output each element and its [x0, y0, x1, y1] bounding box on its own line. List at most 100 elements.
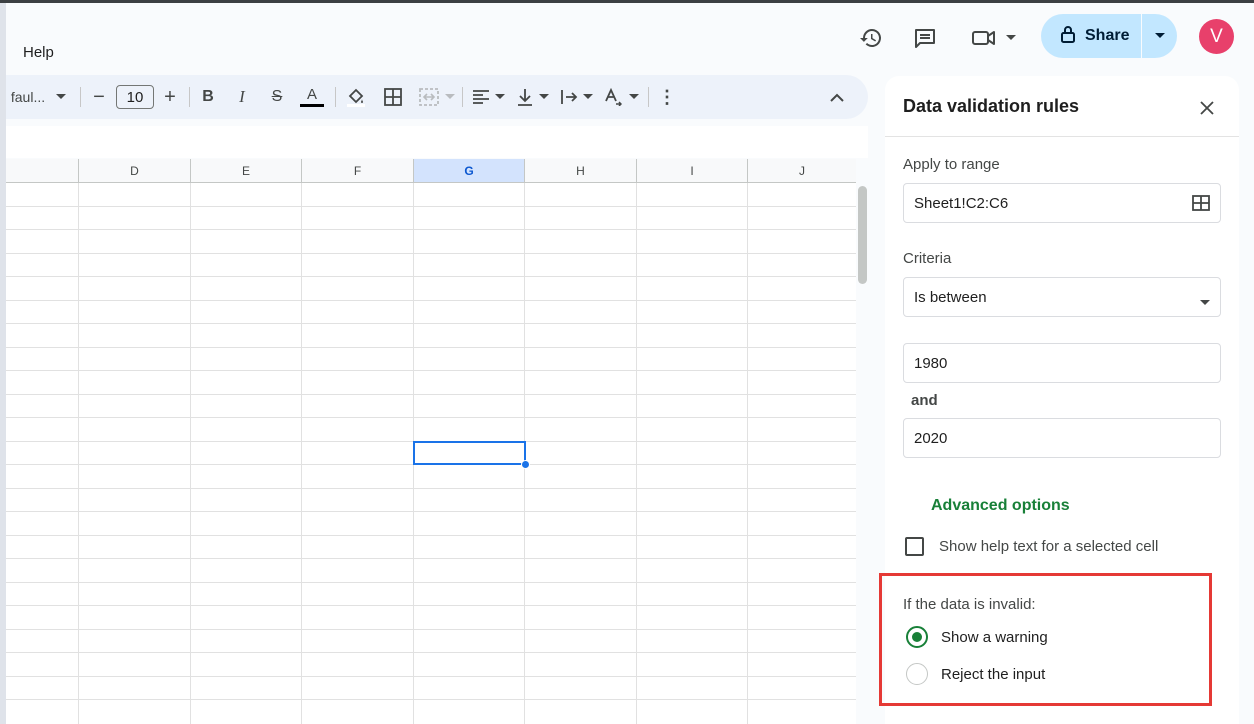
advanced-options-link[interactable]: Advanced options — [931, 497, 1070, 515]
column-header-partial[interactable] — [6, 159, 79, 183]
grid-select-icon[interactable] — [1192, 194, 1210, 216]
text-wrapping-icon[interactable] — [558, 75, 580, 119]
increase-font-size-button[interactable]: + — [159, 75, 181, 119]
lock-icon — [1060, 25, 1076, 48]
grid-row-line — [6, 276, 856, 277]
help-text-checkbox[interactable] — [905, 537, 924, 556]
column-header-f[interactable]: F — [302, 159, 414, 183]
merge-cells-icon[interactable] — [417, 75, 441, 119]
grid-row-line — [6, 676, 856, 677]
toolbar-divider — [335, 87, 336, 107]
avatar[interactable]: V — [1199, 19, 1234, 54]
close-icon[interactable] — [1193, 94, 1221, 122]
share-button[interactable]: Share — [1041, 14, 1177, 58]
font-size-input[interactable]: 10 — [116, 85, 154, 109]
font-family-select[interactable]: faul... — [6, 75, 50, 119]
panel-divider — [885, 136, 1239, 137]
menu-help[interactable]: Help — [23, 44, 54, 61]
grid-row-line — [6, 394, 856, 395]
horizontal-align-icon[interactable] — [470, 75, 492, 119]
wrap-chevron-icon[interactable] — [581, 75, 595, 119]
grid-row-line — [6, 605, 856, 606]
selected-cell[interactable] — [413, 441, 526, 465]
video-call-icon[interactable] — [968, 20, 1000, 56]
range-value: Sheet1!C2:C6 — [914, 194, 1009, 212]
strikethrough-button[interactable]: S — [265, 75, 289, 119]
column-header-g[interactable]: G — [414, 159, 525, 183]
toolbar-divider — [648, 87, 649, 107]
grid-row-line — [6, 488, 856, 489]
min-value-input[interactable]: 1980 — [903, 343, 1221, 383]
grid-row-line — [6, 229, 856, 230]
grid-row-line — [6, 370, 856, 371]
chevron-down-icon[interactable] — [1003, 20, 1019, 56]
column-header-j[interactable]: J — [748, 159, 856, 183]
align-chevron-icon[interactable] — [493, 75, 507, 119]
rotation-chevron-icon[interactable] — [627, 75, 641, 119]
grid-row-line — [6, 417, 856, 418]
grid-column-line — [190, 183, 191, 724]
grid-row-line — [6, 652, 856, 653]
toolbar-divider — [462, 87, 463, 107]
column-header-d[interactable]: D — [79, 159, 191, 183]
text-color-letter: A — [306, 86, 317, 103]
grid-row-line — [6, 300, 856, 301]
merge-chevron-icon[interactable] — [443, 75, 457, 119]
min-value: 1980 — [914, 354, 948, 372]
grid-column-line — [301, 183, 302, 724]
more-options-button[interactable]: ⋮ — [656, 75, 678, 119]
collapse-toolbar-icon[interactable] — [824, 75, 850, 119]
and-label: and — [911, 392, 938, 409]
formula-bar[interactable] — [6, 126, 868, 158]
grid-row-line — [6, 699, 856, 700]
vertical-align-icon[interactable] — [514, 75, 536, 119]
borders-icon[interactable] — [381, 75, 405, 119]
text-color-button[interactable]: A — [299, 75, 325, 119]
share-main-button[interactable]: Share — [1041, 14, 1141, 58]
spreadsheet-grid[interactable]: D E F G H I J — [6, 159, 856, 724]
toolbar-divider — [189, 87, 190, 107]
vertical-scrollbar-thumb[interactable] — [858, 186, 867, 284]
criteria-value: Is between — [914, 288, 987, 306]
grid-row-line — [6, 347, 856, 348]
grid-row-line — [6, 582, 856, 583]
grid-column-line — [78, 183, 79, 724]
grid-column-line — [636, 183, 637, 724]
grid-row-line — [6, 629, 856, 630]
grid-row-line — [6, 511, 856, 512]
criteria-chevron-icon — [1200, 293, 1210, 310]
italic-button[interactable]: I — [231, 75, 253, 119]
text-color-swatch — [300, 104, 324, 107]
help-text-label[interactable]: Show help text for a selected cell — [939, 538, 1158, 555]
range-input[interactable]: Sheet1!C2:C6 — [903, 183, 1221, 223]
text-rotation-icon[interactable] — [602, 75, 624, 119]
fill-handle[interactable] — [521, 460, 530, 469]
column-header-e[interactable]: E — [191, 159, 302, 183]
grid-row-line — [6, 535, 856, 536]
column-header-i[interactable]: I — [637, 159, 748, 183]
share-label: Share — [1085, 27, 1130, 44]
fill-color-icon[interactable] — [343, 75, 369, 119]
font-family-chevron-icon[interactable] — [52, 75, 70, 119]
grid-column-line — [747, 183, 748, 724]
apply-to-range-label: Apply to range — [903, 156, 1000, 173]
criteria-dropdown[interactable]: Is between — [903, 277, 1221, 317]
toolbar-divider — [80, 87, 81, 107]
grid-row-line — [6, 558, 856, 559]
highlight-annotation-box — [879, 573, 1212, 706]
share-dropdown-chevron-icon[interactable] — [1142, 14, 1177, 58]
toolbar: faul... − 10 + B I S A ⋮ — [6, 75, 868, 119]
grid-row-line — [6, 253, 856, 254]
comment-icon[interactable] — [910, 20, 940, 56]
decrease-font-size-button[interactable]: − — [88, 75, 110, 119]
max-value-input[interactable]: 2020 — [903, 418, 1221, 458]
criteria-label: Criteria — [903, 250, 952, 267]
valign-chevron-icon[interactable] — [537, 75, 551, 119]
grid-row-line — [6, 323, 856, 324]
grid-row-line — [6, 206, 856, 207]
column-header-h[interactable]: H — [525, 159, 637, 183]
window-top-border — [0, 0, 1254, 3]
history-icon[interactable] — [856, 20, 886, 56]
bold-button[interactable]: B — [197, 75, 219, 119]
max-value: 2020 — [914, 429, 948, 447]
